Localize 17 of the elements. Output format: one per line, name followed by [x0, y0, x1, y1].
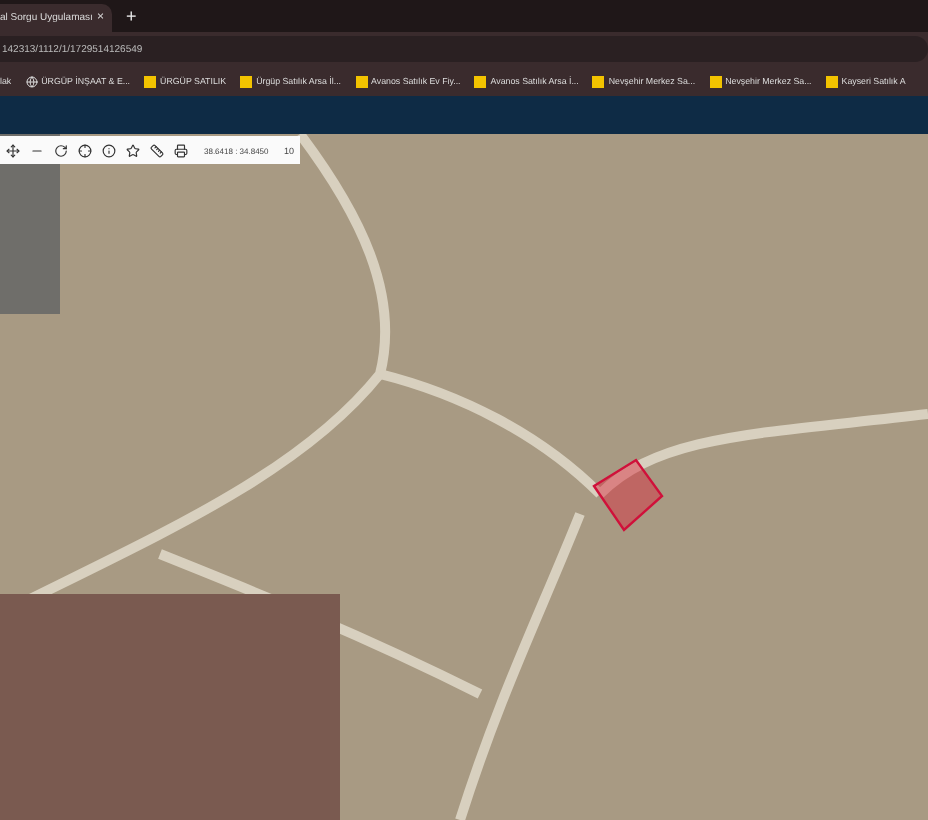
globe-icon — [25, 75, 38, 87]
bookmark-s-icon — [474, 75, 487, 87]
new-tab-button[interactable]: + — [126, 4, 137, 28]
refresh-tool-icon[interactable] — [54, 143, 68, 157]
info-tool-icon[interactable] — [102, 143, 116, 157]
bookmark-s-icon — [592, 75, 605, 87]
bookmark-s-icon — [825, 75, 838, 87]
bookmark-s-icon — [240, 75, 253, 87]
bookmark-s-icon — [144, 75, 157, 87]
move-tool-icon[interactable] — [6, 143, 20, 157]
bookmark-s-icon — [709, 75, 722, 87]
crosshair-tool-icon[interactable] — [78, 143, 92, 157]
parcel-outline — [592, 458, 664, 532]
ruler-tool-icon[interactable] — [150, 143, 164, 157]
print-tool-icon[interactable] — [174, 143, 188, 157]
bookmark-s-icon — [355, 75, 368, 87]
star-tool-icon[interactable] — [126, 143, 140, 157]
